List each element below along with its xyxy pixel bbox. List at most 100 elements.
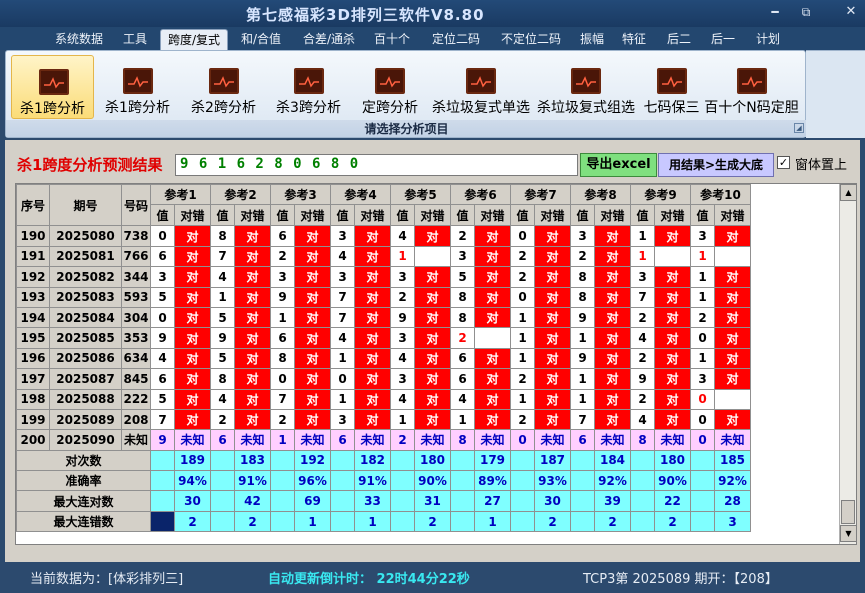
- subheader-value: 值: [330, 204, 355, 227]
- subheader-check: 对错: [714, 204, 751, 227]
- table-row[interactable]: 199 2025089 208 7 对 2 对 2 对 3 对 1 对 1 对 2 对 7 对 4 对 0 对: [16, 408, 751, 431]
- ref-value: 8: [210, 225, 235, 247]
- pred-value: 2: [390, 429, 415, 451]
- ribbon-button-5[interactable]: 杀垃圾复式单选: [430, 55, 532, 119]
- ref-check: 对: [234, 388, 271, 410]
- menu-item-7[interactable]: 不定位二码: [494, 29, 568, 50]
- menu-item-4[interactable]: 合差/通杀: [296, 29, 362, 50]
- ref-value: 9: [570, 306, 595, 329]
- ref-check: 对: [534, 225, 571, 247]
- ref-value: 6: [270, 225, 295, 247]
- ref-value: 3: [150, 266, 175, 288]
- ref-check: 对: [714, 368, 751, 390]
- subheader-check: 对错: [474, 204, 511, 227]
- scroll-thumb[interactable]: [841, 500, 855, 524]
- ref-value: 5: [210, 347, 235, 370]
- ref-check: 对: [174, 245, 211, 268]
- subheader-value: 值: [690, 204, 715, 227]
- ribbon-button-6[interactable]: 杀垃圾复式组选: [533, 55, 639, 119]
- menu-item-1[interactable]: 工具: [117, 29, 153, 50]
- table-row[interactable]: 197 2025087 845 6 对 8 对 0 对 0 对 3 对 6 对 2 对 1 对 9 对 3 对: [16, 368, 751, 390]
- ref-value: 4: [210, 266, 235, 288]
- stats-spacer: [270, 449, 295, 472]
- pred-unknown: 未知: [654, 429, 691, 451]
- table-row[interactable]: 190 2025080 738 0 对 8 对 6 对 3 对 4 对 2 对 0 对 3 对 1 对 3 对: [16, 225, 751, 247]
- scroll-up-icon[interactable]: ▲: [840, 184, 856, 201]
- analysis-chart-icon: [736, 68, 767, 94]
- stats-value: 2: [534, 510, 571, 533]
- ref-value: 9: [570, 347, 595, 370]
- table-row[interactable]: 194 2025084 304 0 对 5 对 1 对 7 对 9 对 8 对 1 对 9 对 2 对 2 对: [16, 306, 751, 329]
- stats-spacer: [330, 510, 355, 533]
- ribbon-spacer: [806, 50, 865, 138]
- ref-check: 对: [594, 368, 631, 390]
- pred-value: 6: [330, 429, 355, 451]
- pred-unknown: 未知: [594, 429, 631, 451]
- ribbon-button-label: 定跨分析: [362, 100, 418, 116]
- ribbon-button-2[interactable]: 杀2跨分析: [182, 55, 265, 119]
- ref-check: 对: [714, 408, 751, 431]
- pred-unknown: 未知: [234, 429, 271, 451]
- ref-value: 8: [450, 306, 475, 329]
- ref-value: 6: [150, 368, 175, 390]
- table-row[interactable]: 196 2025086 634 4 对 5 对 8 对 1 对 4 对 6 对 1 对 9 对 2 对 1 对: [16, 347, 751, 370]
- menu-item-8[interactable]: 振幅: [575, 29, 609, 50]
- ribbon-button-0[interactable]: 杀1跨分析: [11, 55, 94, 119]
- result-field[interactable]: 9 6 1 6 2 8 0 6 8 0: [175, 154, 578, 176]
- pred-value: 0: [510, 429, 535, 451]
- ribbon-button-7[interactable]: 七码保三: [641, 55, 702, 119]
- ref-value: 7: [570, 408, 595, 431]
- menu-item-2[interactable]: 跨度/复式: [160, 29, 228, 50]
- ref-check: 对: [174, 368, 211, 390]
- pred-value: 0: [690, 429, 715, 451]
- vertical-scrollbar[interactable]: ▲ ▼: [839, 184, 856, 544]
- table-row[interactable]: 193 2025083 593 5 对 1 对 9 对 7 对 2 对 8 对 0 对 8 对 7 对 1 对: [16, 286, 751, 308]
- ribbon-button-4[interactable]: 定跨分析: [352, 55, 428, 119]
- subheader-value: 值: [510, 204, 535, 227]
- scroll-down-icon[interactable]: ▼: [840, 525, 856, 542]
- ref-check: 对: [234, 306, 271, 329]
- row-period: 2025082: [49, 266, 122, 288]
- ref-value: 4: [390, 388, 415, 410]
- ref-value: 6: [150, 245, 175, 268]
- ribbon-button-8[interactable]: 百十个N码定胆: [704, 55, 799, 119]
- ref-value: 7: [210, 245, 235, 268]
- ref-value: 4: [390, 225, 415, 247]
- stats-value: 28: [714, 490, 751, 512]
- on-top-checkbox[interactable]: ✓: [777, 156, 790, 169]
- prediction-row[interactable]: 200 2025090 未知 9 未知 6 未知 1 未知 6 未知 2 未知 8 未知 0 未知 6 未知 8 未知 0…: [16, 429, 751, 451]
- stats-value: 90%: [654, 470, 691, 492]
- stats-spacer: [510, 510, 535, 533]
- ref-check: 对: [654, 266, 691, 288]
- ribbon-launcher-icon[interactable]: ◢: [794, 123, 804, 133]
- header-ref-5: 参考5: [390, 184, 451, 206]
- stats-label: 最大连对数: [16, 490, 151, 512]
- close-icon[interactable]: ✕: [842, 4, 860, 20]
- export-excel-button[interactable]: 导出excel: [580, 153, 657, 177]
- stats-value: 2: [234, 510, 271, 533]
- table-row[interactable]: 195 2025085 353 9 对 9 对 6 对 4 对 3 对 2 1 对 1 对 4 对 0 对: [16, 327, 751, 349]
- menu-item-5[interactable]: 百十个: [370, 29, 414, 50]
- ribbon-button-1[interactable]: 杀1跨分析: [96, 55, 179, 119]
- menu-item-0[interactable]: 系统数据: [49, 29, 109, 50]
- table-row[interactable]: 198 2025088 222 5 对 4 对 7 对 1 对 4 对 4 对 1 对 1 对 2 对 0: [16, 388, 751, 410]
- ref-value: 1: [330, 347, 355, 370]
- stats-spacer: [690, 470, 715, 492]
- minimize-icon[interactable]: ━: [766, 4, 784, 20]
- menu-item-12[interactable]: 计划: [750, 29, 786, 50]
- table-row[interactable]: 191 2025081 766 6 对 7 对 2 对 4 对 1 3 对 2 对 2 对 1 1: [16, 245, 751, 268]
- ref-check: 对: [294, 245, 331, 268]
- ribbon-button-3[interactable]: 杀3跨分析: [267, 55, 350, 119]
- ref-value: 5: [210, 306, 235, 329]
- menu-item-11[interactable]: 后一: [705, 29, 741, 50]
- menu-item-10[interactable]: 后二: [662, 29, 696, 50]
- menu-item-9[interactable]: 特征: [617, 29, 651, 50]
- menu-item-6[interactable]: 定位二码: [425, 29, 487, 50]
- table-row[interactable]: 192 2025082 344 3 对 4 对 3 对 3 对 3 对 5 对 2 对 8 对 3 对 1 对: [16, 266, 751, 288]
- ref-value: 3: [390, 327, 415, 349]
- generate-base-button[interactable]: 用结果>生成大底: [658, 153, 774, 177]
- maximize-icon[interactable]: ⧉: [797, 4, 815, 20]
- menu-item-3[interactable]: 和/合值: [232, 29, 290, 50]
- stats-value: 189: [174, 449, 211, 472]
- ref-check: 对: [414, 286, 451, 308]
